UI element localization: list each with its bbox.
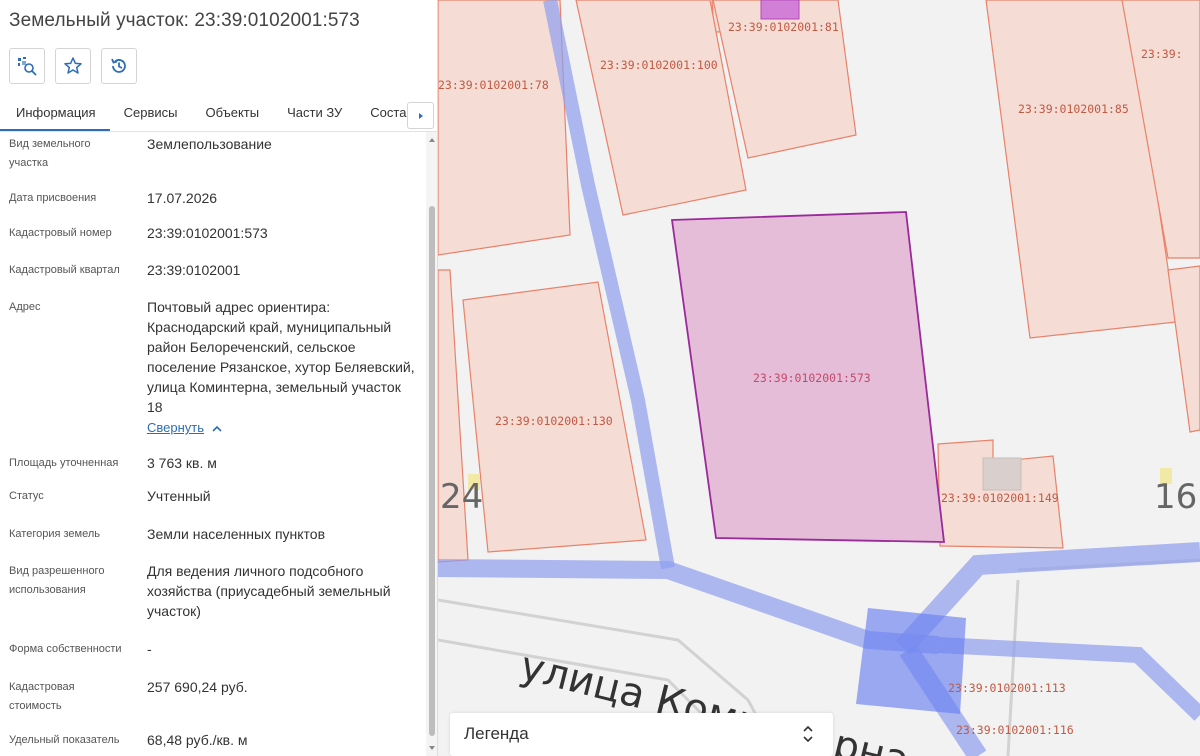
- parcel-78[interactable]: [438, 0, 571, 256]
- tab-objects[interactable]: Объекты: [191, 100, 273, 131]
- collapse-link[interactable]: Свернуть: [147, 420, 204, 435]
- building-81: [760, 0, 800, 20]
- field-label: Вид земельного участка: [9, 138, 91, 169]
- parcel-label-81: 23:39:0102001:81: [728, 20, 839, 34]
- scroll-up-icon[interactable]: [428, 136, 436, 144]
- tab-bar: Информация Сервисы Объекты Части ЗУ Сост…: [0, 100, 437, 132]
- field-label: Дата присвоения: [9, 192, 97, 204]
- field-value: 23:39:0102001:573: [147, 225, 268, 241]
- parcel-label-edge: 23:39:: [1141, 47, 1183, 61]
- history-button[interactable]: [101, 48, 137, 84]
- tab-information[interactable]: Информация: [0, 100, 110, 131]
- field-label: Категория земель: [9, 528, 100, 540]
- panel-title: Земельный участок: 23:39:0102001:573: [9, 10, 360, 31]
- legend-dropdown[interactable]: Легенда: [450, 713, 833, 756]
- expand-collapse-icon: [803, 725, 813, 743]
- field-label: Кадастровый квартал: [9, 264, 120, 276]
- field-label: Адрес: [9, 301, 41, 313]
- field-value: -: [147, 641, 152, 657]
- parcel-left-edge[interactable]: [438, 269, 469, 563]
- house-number-16: 16: [1154, 477, 1197, 517]
- parcel-right-lower[interactable]: [1167, 265, 1200, 433]
- legend-label: Легенда: [464, 724, 529, 743]
- parcel-label-116: 23:39:0102001:116: [956, 723, 1074, 737]
- caret-right-icon: [418, 112, 423, 119]
- house-number-24: 24: [440, 477, 483, 517]
- scrollbar[interactable]: [426, 132, 437, 756]
- field-label: Площадь уточненная: [9, 457, 119, 469]
- chevron-up-icon[interactable]: [211, 423, 223, 435]
- field-value: 3 763 кв. м: [147, 455, 217, 471]
- action-bar: [9, 48, 137, 84]
- parcel-label-85: 23:39:0102001:85: [1018, 102, 1129, 116]
- parcel-label-130: 23:39:0102001:130: [495, 414, 613, 428]
- road-junction: [856, 608, 966, 714]
- tab-parts[interactable]: Части ЗУ: [273, 100, 356, 131]
- field-label: Удельный показатель: [9, 734, 120, 746]
- field-value: Для ведения личного подсобного хозяйства…: [147, 563, 391, 619]
- parcel-label-78: 23:39:0102001:78: [438, 78, 549, 92]
- info-list[interactable]: Вид земельного участка Землепользование …: [0, 132, 426, 756]
- field-label: Статус: [9, 490, 44, 502]
- field-label: Вид разрешенного использования: [9, 565, 105, 596]
- tabs-next-button[interactable]: [407, 102, 434, 129]
- field-value: Землепользование: [147, 136, 272, 152]
- cadastral-map[interactable]: 23:39:0102001:81 23:39:0102001:100 23:39…: [438, 0, 1200, 756]
- field-value: 68,48 руб./кв. м: [147, 732, 248, 748]
- star-icon: [64, 57, 82, 74]
- search-on-map-button[interactable]: [9, 48, 45, 84]
- field-label: Форма собственности: [9, 643, 122, 655]
- field-value: Учтенный: [147, 488, 211, 504]
- scrollbar-thumb[interactable]: [429, 206, 435, 736]
- field-value: 17.07.2026: [147, 190, 218, 206]
- history-icon: [111, 58, 126, 73]
- favorite-button[interactable]: [55, 48, 91, 84]
- search-on-map-icon: [18, 57, 37, 76]
- field-label: Кадастровая стоимость: [9, 681, 75, 712]
- parcel-label-113: 23:39:0102001:113: [948, 681, 1066, 695]
- tab-services[interactable]: Сервисы: [110, 100, 192, 131]
- field-value: Почтовый адрес ориентира: Краснодарский …: [147, 299, 415, 415]
- scroll-down-icon[interactable]: [428, 744, 436, 752]
- field-value: 257 690,24 руб.: [147, 679, 248, 695]
- parcel-label-100: 23:39:0102001:100: [600, 58, 718, 72]
- field-value: 23:39:0102001: [147, 262, 241, 278]
- field-label: Кадастровый номер: [9, 227, 112, 239]
- parcel-label-149: 23:39:0102001:149: [941, 491, 1059, 505]
- info-panel: Земельный участок: 23:39:0102001:573 Инф…: [0, 0, 438, 756]
- building-149: [982, 457, 1022, 491]
- field-value: Земли населенных пунктов: [147, 526, 326, 542]
- parcel-label-573: 23:39:0102001:573: [753, 371, 871, 385]
- map-view[interactable]: 23:39:0102001:81 23:39:0102001:100 23:39…: [438, 0, 1200, 756]
